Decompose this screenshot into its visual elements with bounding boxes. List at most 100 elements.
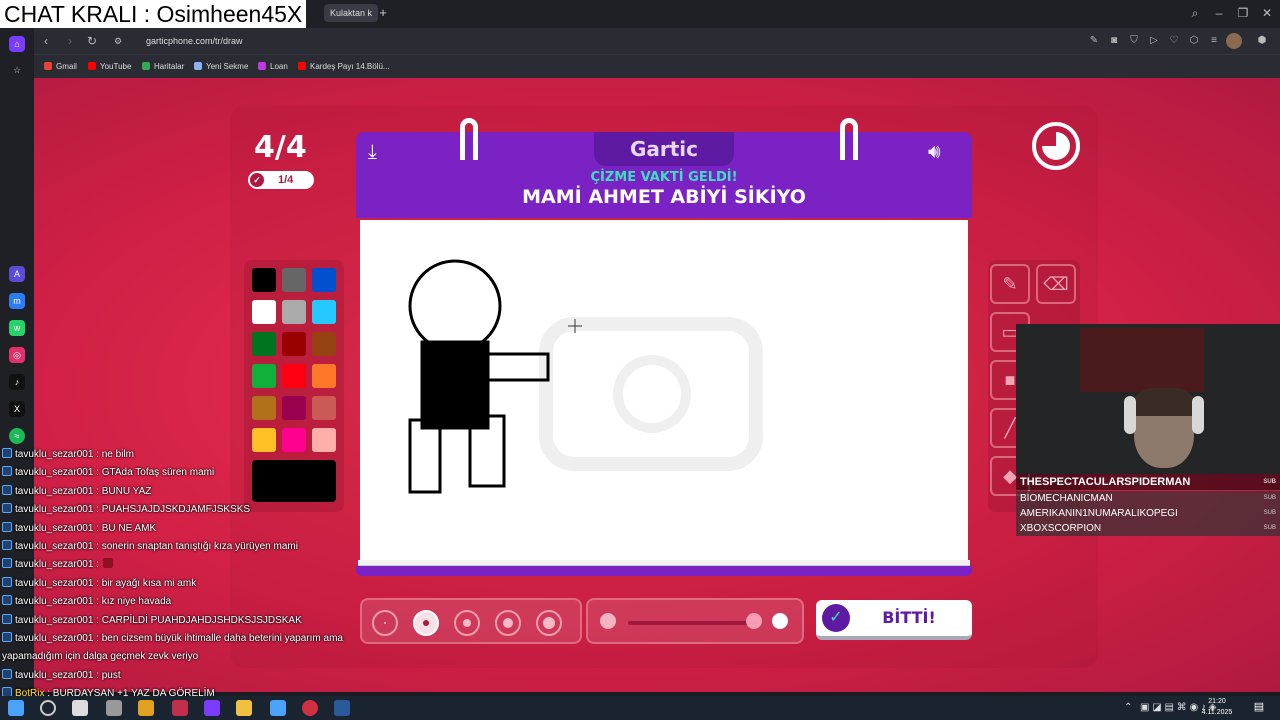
color-swatch[interactable]	[282, 300, 306, 324]
color-swatch[interactable]	[312, 396, 336, 420]
avatar[interactable]	[1226, 33, 1242, 49]
subscriber-row: BIOMECHANICMAN SUB	[1016, 491, 1280, 506]
drawing-card: Gartic ⤓ 🔊︎ ÇİZME VAKTİ GELDİ! MAMİ AHME…	[356, 118, 972, 584]
url-field[interactable]: garticphone.com/tr/draw	[146, 34, 243, 48]
color-swatch[interactable]	[312, 268, 336, 292]
opacity-track	[628, 621, 758, 625]
drawing-canvas[interactable]	[360, 220, 968, 560]
chat-text: : PUAHSJAJDJSKDJAMFJSKSKS	[96, 504, 251, 516]
brush-size-3[interactable]	[454, 610, 480, 636]
tiktok-icon[interactable]: ♪	[9, 374, 25, 390]
shield-icon[interactable]: ⛉	[1126, 33, 1142, 49]
search-icon[interactable]	[40, 700, 56, 716]
bookmark-maps[interactable]: Haritalar	[142, 61, 184, 73]
opacity-slider[interactable]	[586, 598, 804, 644]
opacity-handle[interactable]	[746, 613, 762, 629]
bookmark-label: Gmail	[56, 62, 77, 71]
chat-username: tavuklu_sezar001	[15, 633, 97, 644]
chat-badge-icon	[2, 466, 12, 477]
color-swatch[interactable]	[282, 396, 306, 420]
minimize-icon[interactable]: –	[1208, 4, 1230, 22]
back-icon[interactable]: ‹	[38, 33, 54, 49]
done-button[interactable]: ✓ BİTTİ!	[816, 600, 972, 640]
extensions-icon[interactable]: ⬢	[1254, 33, 1270, 49]
subscriber-list: THESPECTACULARSPIDERMAN SUB BIOMECHANICMA…	[1016, 474, 1280, 538]
chrome-icon[interactable]	[138, 700, 154, 716]
restore-icon[interactable]: ❐	[1232, 4, 1254, 22]
close-icon[interactable]: ✕	[1256, 4, 1278, 22]
color-swatch[interactable]	[252, 396, 276, 420]
eraser-tool-icon[interactable]: ⌫	[1036, 264, 1076, 304]
instagram-icon[interactable]: ◎	[9, 347, 25, 363]
edit-icon[interactable]: ✎	[1086, 33, 1102, 49]
chat-badge-icon	[2, 576, 12, 587]
file-explorer-icon[interactable]	[236, 700, 252, 716]
done-button-label: BİTTİ!	[882, 608, 936, 627]
opera-gx-icon[interactable]	[204, 700, 220, 716]
heart-icon[interactable]: ♡	[1166, 33, 1182, 49]
chat-text: : ben cizsem büyük ihtimalle daha beteri…	[96, 633, 343, 644]
streamer-hair	[1130, 388, 1198, 416]
color-swatch[interactable]	[312, 364, 336, 388]
color-swatch[interactable]	[282, 332, 306, 356]
color-swatch[interactable]	[252, 268, 276, 292]
widgets-icon[interactable]	[106, 700, 122, 716]
site-info-icon[interactable]: ⚙	[110, 33, 126, 49]
camera-icon[interactable]: ◙	[1106, 33, 1122, 49]
bookmark-loan[interactable]: Loan	[258, 61, 288, 73]
settings-icon[interactable]	[270, 700, 286, 716]
volume-icon[interactable]: 🔊︎	[928, 140, 960, 164]
color-swatch[interactable]	[252, 300, 276, 324]
search-icon[interactable]: ⌕	[1184, 4, 1206, 22]
steam-icon[interactable]	[334, 700, 350, 716]
subscriber-name: THESPECTACULARSPIDERMAN	[1020, 476, 1191, 488]
chat-username: tavuklu_sezar001	[15, 522, 97, 534]
messenger-icon[interactable]: m	[9, 293, 25, 309]
bookmark-new-tab[interactable]: Yeni Sekme	[194, 61, 248, 73]
home-icon[interactable]: ⌂	[9, 36, 25, 52]
tray-chevron-icon[interactable]: ⌃	[1124, 701, 1132, 715]
forward-icon[interactable]: ›	[62, 33, 78, 49]
color-swatch[interactable]	[282, 268, 306, 292]
x-icon[interactable]: X	[9, 401, 25, 417]
color-swatch[interactable]	[282, 364, 306, 388]
whatsapp-icon[interactable]: w	[9, 320, 25, 336]
box-icon[interactable]: ⬡	[1186, 33, 1202, 49]
app-store-icon[interactable]: A	[9, 266, 25, 282]
brush-size-5[interactable]	[536, 610, 562, 636]
brush-size-4[interactable]	[495, 610, 521, 636]
color-swatch[interactable]	[312, 332, 336, 356]
reload-icon[interactable]: ↻	[84, 33, 100, 49]
bookmark-gmail[interactable]: Gmail	[44, 61, 77, 73]
task-view-icon[interactable]	[72, 700, 88, 716]
play-icon[interactable]: ▷	[1146, 33, 1162, 49]
obs-icon[interactable]	[302, 700, 318, 716]
bookmark-youtube[interactable]: YouTube	[88, 61, 131, 73]
bookmark-kardes-payi[interactable]: Kardeş Payı 14.Bölü...	[298, 61, 390, 73]
bookmark-label: Kardeş Payı 14.Bölü...	[310, 62, 390, 71]
gartic-logo: Gartic	[594, 132, 734, 166]
brush-size-2[interactable]	[413, 610, 439, 636]
color-swatch[interactable]	[252, 364, 276, 388]
pen-tool-icon[interactable]: ✎	[990, 264, 1030, 304]
color-swatch[interactable]	[312, 300, 336, 324]
notification-icon[interactable]: ▤	[1250, 700, 1268, 716]
chat-username: tavuklu_sezar001	[15, 485, 97, 497]
star-icon[interactable]: ☆	[9, 62, 25, 78]
browser-tab[interactable]: Kulaktan k	[324, 4, 379, 22]
color-swatch[interactable]	[252, 332, 276, 356]
browser-icon[interactable]	[172, 700, 188, 716]
chat-badge-icon	[2, 613, 12, 624]
download-icon[interactable]: ⤓	[368, 140, 392, 164]
menu-icon[interactable]: ≡	[1206, 33, 1222, 49]
flag-background	[1080, 328, 1204, 392]
windows-start-icon[interactable]	[8, 700, 24, 716]
address-bar: ‹ › ↻ ⚙ garticphone.com/tr/draw ✎ ◙ ⛉ ▷ …	[34, 28, 1280, 54]
new-tab-icon[interactable]: +	[374, 4, 392, 22]
chat-username: tavuklu_sezar001	[15, 577, 97, 589]
chat-text: : pust	[96, 669, 121, 681]
subscriber-row: AMERIKANIN1NUMARALIKOPEGI SUB	[1016, 506, 1280, 521]
subscriber-row: XBOXSCORPION SUB	[1016, 521, 1280, 536]
clock[interactable]: 21:20 4.11.2025	[1196, 696, 1238, 718]
spotify-icon[interactable]: ≈	[9, 428, 25, 444]
